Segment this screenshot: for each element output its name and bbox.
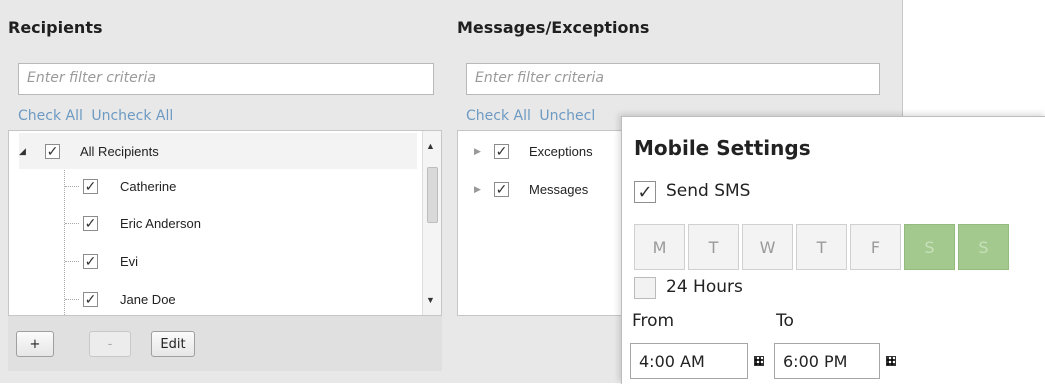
tree-connector [65, 223, 79, 224]
tree-connector [65, 186, 79, 187]
collapsed-arrow-icon[interactable]: ▶ [474, 184, 494, 195]
collapsed-arrow-icon[interactable]: ▶ [474, 146, 494, 157]
scroll-thumb[interactable] [427, 167, 438, 223]
root-checkbox[interactable]: ✓ [45, 143, 60, 159]
recipient-checkbox[interactable]: ✓ [83, 178, 98, 194]
recipient-label: Catherine [120, 178, 177, 194]
recipients-tree: ◢ ✓ All Recipients ✓ Catherine ✓ Eric An… [8, 130, 442, 316]
day-button-sun[interactable]: S [958, 224, 1009, 270]
recipient-checkbox[interactable]: ✓ [83, 291, 98, 307]
recipient-label: Evi [120, 253, 139, 269]
mobile-settings-title: Mobile Settings [634, 136, 811, 160]
recipients-check-all-link[interactable]: Check All [18, 108, 83, 124]
from-label: From [632, 311, 675, 331]
to-time-picker-icon[interactable] [880, 343, 902, 379]
messages-checkbox[interactable]: ✓ [494, 181, 509, 197]
tree-line [64, 167, 65, 315]
to-time-input[interactable]: 6:00 PM [774, 343, 880, 379]
send-sms-checkbox[interactable]: ✓ [634, 181, 656, 203]
day-button-mon[interactable]: M [634, 224, 685, 270]
recipient-checkbox[interactable]: ✓ [83, 215, 98, 231]
tree-label-exceptions: Exceptions [529, 143, 593, 159]
messages-filter-input[interactable]: Enter filter criteria [466, 63, 880, 95]
recipient-checkbox[interactable]: ✓ [83, 253, 98, 269]
messages-check-links: Check All Unchecl [466, 108, 599, 124]
tree-connector [65, 261, 79, 262]
recipients-scrollbar[interactable]: ▲ ▼ [422, 131, 441, 315]
24-hours-label: 24 Hours [666, 277, 743, 297]
day-button-wed[interactable]: W [742, 224, 793, 270]
recipient-label: Jane Doe [120, 291, 176, 307]
recipients-footer [8, 316, 442, 371]
from-time-picker-icon[interactable] [748, 343, 770, 379]
mobile-settings-panel: Mobile Settings ✓ Send SMS M T W T F S S… [621, 116, 1045, 384]
day-button-fri[interactable]: F [850, 224, 901, 270]
expand-icon[interactable]: ◢ [19, 146, 39, 157]
tree-row-messages[interactable]: ▶ ✓ Messages [474, 171, 588, 207]
send-sms-label: Send SMS [666, 181, 751, 201]
messages-uncheck-all-link[interactable]: Unchecl [539, 108, 595, 124]
scroll-up-icon[interactable]: ▲ [426, 141, 435, 151]
tree-row[interactable]: ✓ Jane Doe [83, 281, 176, 315]
tree-row[interactable]: ✓ Catherine [83, 168, 176, 204]
day-button-sat[interactable]: S [904, 224, 955, 270]
tree-row[interactable]: ✓ Evi [83, 243, 138, 279]
add-recipient-button[interactable]: + [16, 331, 54, 357]
to-label: To [776, 311, 794, 331]
remove-recipient-button[interactable]: - [89, 331, 131, 357]
tree-connector [65, 299, 79, 300]
recipients-title: Recipients [8, 18, 103, 37]
day-button-thu[interactable]: T [796, 224, 847, 270]
recipients-uncheck-all-link[interactable]: Uncheck All [91, 108, 173, 124]
tree-row-exceptions[interactable]: ▶ ✓ Exceptions [474, 133, 593, 169]
recipients-check-links: Check All Uncheck All [18, 108, 177, 124]
recipient-label: Eric Anderson [120, 215, 201, 231]
messages-check-all-link[interactable]: Check All [466, 108, 531, 124]
tree-row-root[interactable]: ◢ ✓ All Recipients [19, 133, 417, 169]
edit-recipient-button[interactable]: Edit [151, 331, 195, 357]
24-hours-checkbox[interactable] [634, 277, 656, 299]
tree-label-messages: Messages [529, 181, 589, 197]
from-time-input[interactable]: 4:00 AM [630, 343, 748, 379]
messages-title: Messages/Exceptions [457, 18, 650, 37]
recipients-filter-input[interactable]: Enter filter criteria [18, 63, 434, 95]
exceptions-checkbox[interactable]: ✓ [494, 143, 509, 159]
scroll-down-icon[interactable]: ▼ [426, 295, 435, 305]
day-button-tue[interactable]: T [688, 224, 739, 270]
tree-row[interactable]: ✓ Eric Anderson [83, 205, 201, 241]
tree-label-root: All Recipients [80, 143, 159, 159]
